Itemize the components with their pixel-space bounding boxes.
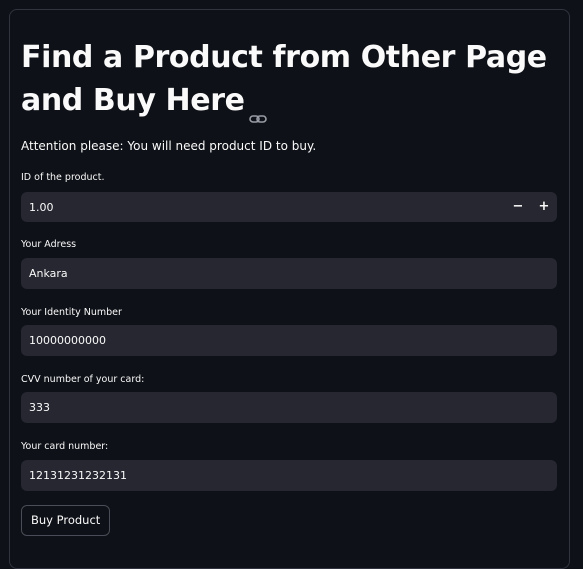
product-id-label: ID of the product. <box>21 172 105 183</box>
identity-number-field[interactable] <box>21 325 557 356</box>
cvv-label: CVV number of your card: <box>21 374 145 385</box>
cvv-field[interactable] <box>21 392 557 423</box>
increment-button[interactable]: + <box>531 192 557 222</box>
page-title-text: Find a Product from Other Page and Buy H… <box>21 40 547 118</box>
card-number-field[interactable] <box>21 460 557 491</box>
card-number-label: Your card number: <box>21 441 109 452</box>
address-field[interactable] <box>21 258 557 289</box>
attention-text: Attention please: You will need product … <box>21 139 317 153</box>
buy-product-button[interactable]: Buy Product <box>21 505 111 536</box>
identity-number-label: Your Identity Number <box>21 307 122 318</box>
product-id-field[interactable] <box>21 192 491 222</box>
page-title: Find a Product from Other Page and Buy H… <box>21 36 551 123</box>
address-label: Your Adress <box>21 239 77 250</box>
decrement-button[interactable]: − <box>505 192 531 222</box>
link-icon[interactable] <box>248 94 267 123</box>
product-id-number-input: − + <box>21 192 557 222</box>
